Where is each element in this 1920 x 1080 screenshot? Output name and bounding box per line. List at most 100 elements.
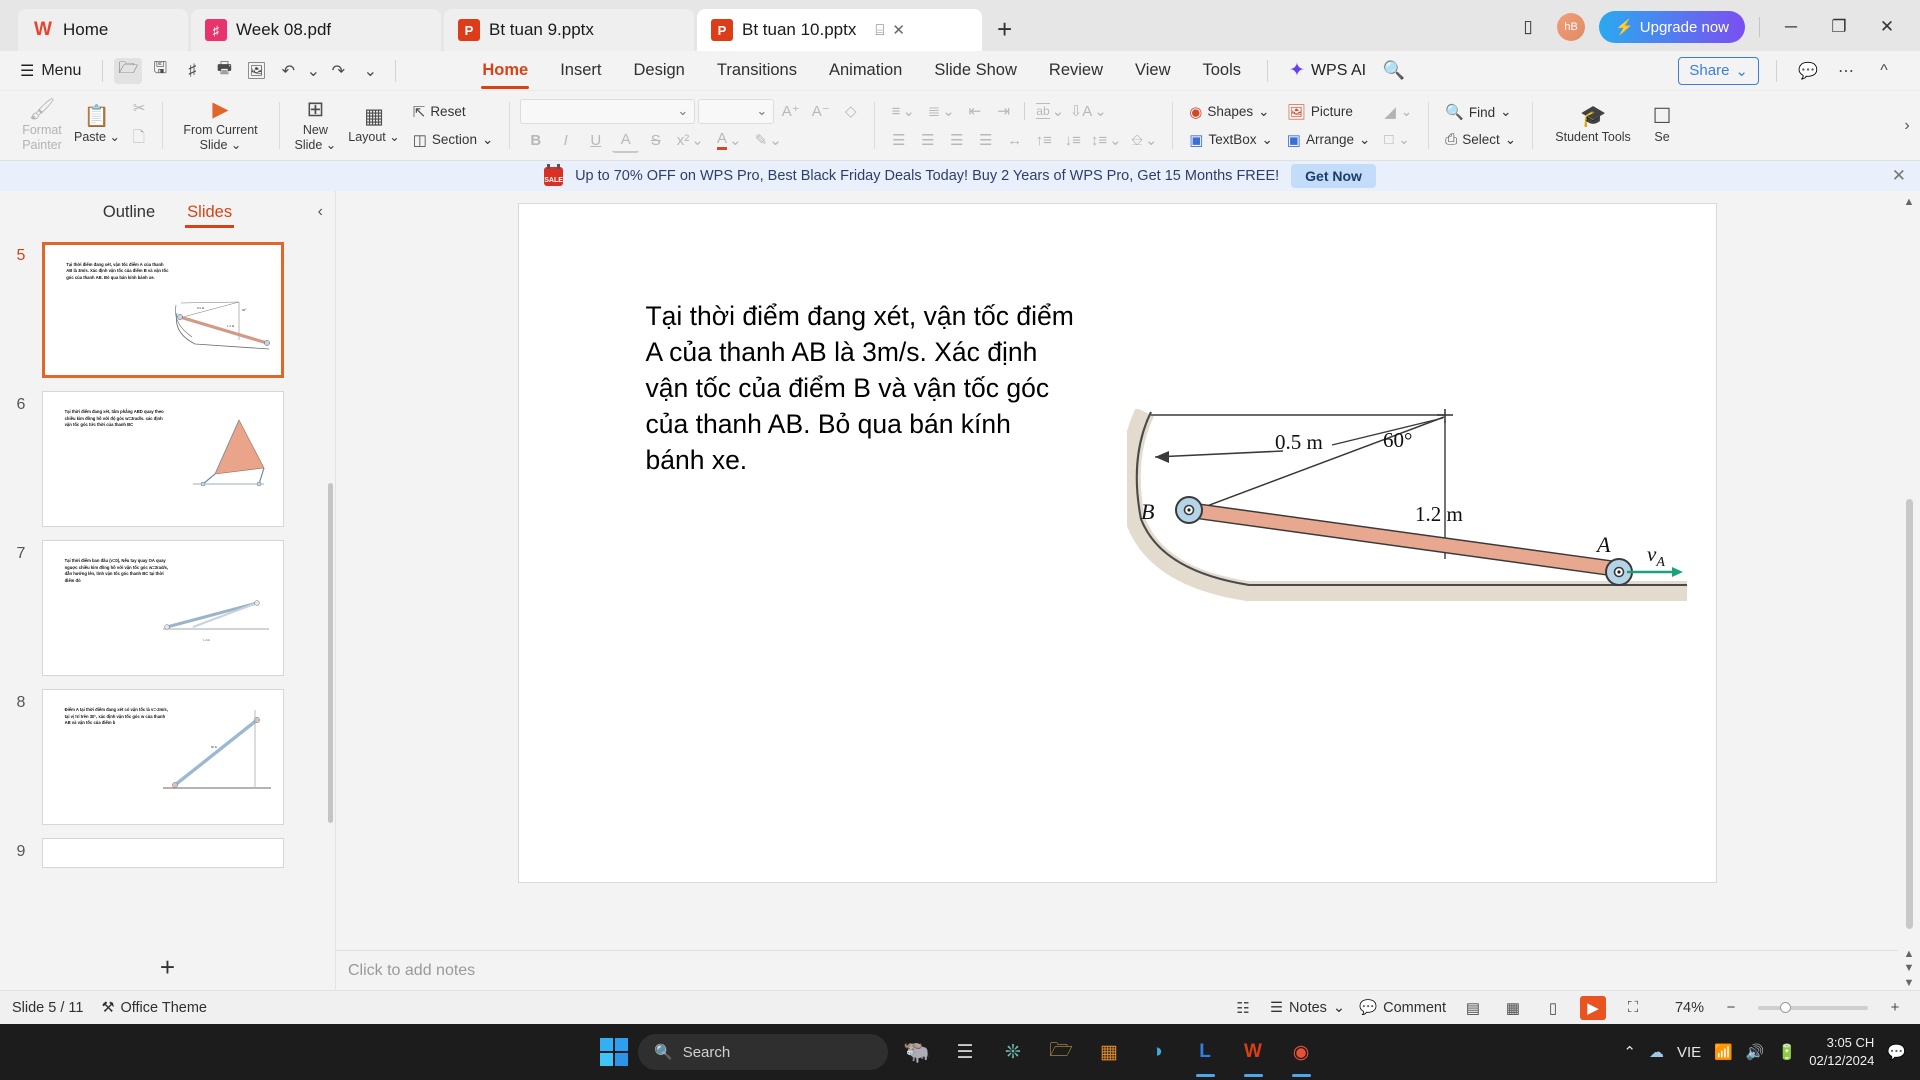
- print-preview-icon[interactable]: 🖼: [242, 58, 270, 84]
- wifi-icon[interactable]: 📶: [1714, 1043, 1733, 1061]
- tab-insert[interactable]: Insert: [545, 54, 616, 87]
- language-indicator[interactable]: VIE: [1677, 1044, 1701, 1061]
- select-button[interactable]: ⎙ Select ⌄: [1439, 128, 1522, 151]
- list-item[interactable]: 9: [0, 833, 335, 876]
- text-effects-button[interactable]: A: [612, 128, 640, 153]
- print-icon[interactable]: 🖶: [210, 58, 238, 84]
- tab-animation[interactable]: Animation: [814, 54, 917, 87]
- font-color-button[interactable]: A ⌄: [711, 128, 747, 153]
- layout-button[interactable]: ▦ Layout ⌄: [343, 94, 404, 158]
- font-name-input[interactable]: ⌄: [520, 98, 696, 124]
- previous-slide-icon[interactable]: ▲: [1904, 947, 1915, 961]
- zoom-level-label[interactable]: 74%: [1660, 1000, 1704, 1016]
- mobile-transfer-icon[interactable]: ▯: [1513, 12, 1543, 42]
- list-item[interactable]: 6 Tại thời điểm đang xét, tấm phẳng ABD …: [0, 386, 335, 535]
- start-slideshow-icon[interactable]: ▶: [1580, 995, 1606, 1020]
- chevron-left-icon[interactable]: ‹: [318, 203, 323, 221]
- copy-button[interactable]: 🗋: [127, 124, 152, 155]
- zoom-slider[interactable]: [1758, 1001, 1868, 1013]
- file-explorer-icon[interactable]: 🗁: [1042, 1033, 1080, 1071]
- zalo-icon[interactable]: L: [1186, 1033, 1224, 1077]
- windows-start-icon[interactable]: [600, 1038, 628, 1066]
- slide-body-text[interactable]: Tại thời điểm đang xét, vận tốc điểm A c…: [646, 298, 1076, 478]
- raise-line-icon[interactable]: ↑≡: [1030, 128, 1057, 153]
- sidebar-tab-outline[interactable]: Outline: [101, 198, 157, 227]
- wps-office-icon[interactable]: W: [1234, 1033, 1272, 1077]
- superscript-button[interactable]: x² ⌄: [672, 128, 708, 153]
- restore-button[interactable]: ❐: [1822, 13, 1856, 41]
- new-slide-button[interactable]: ⊞ New Slide ⌄: [290, 94, 342, 158]
- tab-bt-tuan-9[interactable]: P Bt tuan 9.pptx: [444, 9, 694, 51]
- tray-expand-icon[interactable]: ⌃: [1623, 1043, 1636, 1061]
- shapes-button[interactable]: ◉ Shapes ⌄: [1183, 100, 1279, 124]
- decrease-indent-icon[interactable]: ⇤: [961, 99, 988, 124]
- numbering-button[interactable]: ≣ ⌄: [923, 99, 959, 124]
- tab-close-icon[interactable]: ✕: [892, 21, 905, 39]
- increase-font-size-button[interactable]: A⁺: [777, 99, 804, 124]
- tab-present-icon[interactable]: ⌸: [875, 22, 884, 39]
- format-painter-button[interactable]: 🖌 Format Painter: [17, 94, 67, 158]
- fill-color-button[interactable]: ◢ ⌄: [1378, 100, 1418, 124]
- zoom-in-button[interactable]: +: [1882, 996, 1908, 1020]
- search-icon[interactable]: 🔍: [1380, 58, 1408, 84]
- app-store-icon[interactable]: ▦: [1090, 1033, 1128, 1071]
- tab-week08-pdf[interactable]: ♯ Week 08.pdf: [191, 9, 441, 51]
- decrease-font-size-button[interactable]: A⁻: [807, 99, 834, 124]
- align-left-icon[interactable]: ☰: [885, 128, 912, 153]
- textbox-fit-button[interactable]: ⎒ ⌄: [1126, 128, 1162, 153]
- student-tools-button[interactable]: 🎓 Student Tools: [1543, 94, 1643, 158]
- align-center-icon[interactable]: ☰: [914, 128, 941, 153]
- minimize-button[interactable]: ─: [1774, 13, 1808, 41]
- ribbon-expand-button[interactable]: ›: [1896, 91, 1918, 160]
- fit-to-window-icon[interactable]: ⛶: [1620, 996, 1646, 1020]
- normal-view-icon[interactable]: ▤: [1460, 996, 1486, 1020]
- font-size-input[interactable]: ⌄: [698, 98, 775, 124]
- taskbar-search-input[interactable]: 🔍 Search: [638, 1034, 888, 1070]
- textbox-button[interactable]: ▣ TextBox ⌄: [1183, 128, 1279, 152]
- avatar[interactable]: hB: [1557, 13, 1586, 41]
- tab-review[interactable]: Review: [1034, 54, 1118, 87]
- secondary-tool-button[interactable]: ☐ Se: [1645, 94, 1679, 158]
- slide-thumbnail[interactable]: Tại thời điểm đang xét, tấm phẳng ABD qu…: [42, 391, 284, 527]
- slide-canvas[interactable]: Tại thời điểm đang xét, vận tốc điểm A c…: [517, 203, 1717, 883]
- upgrade-now-button[interactable]: ⚡ Upgrade now: [1599, 11, 1745, 43]
- find-button[interactable]: 🔍 Find ⌄: [1439, 100, 1522, 124]
- list-item[interactable]: 8 Điểm A tại thời điểm đang xét có vận t…: [0, 684, 335, 833]
- bold-button[interactable]: B: [522, 128, 549, 153]
- tab-bt-tuan-10[interactable]: P Bt tuan 10.pptx ⌸ ✕: [697, 9, 982, 51]
- reading-view-icon[interactable]: ▯: [1540, 996, 1566, 1020]
- paste-button[interactable]: 📋 Paste ⌄: [69, 94, 125, 158]
- wps-ai-button[interactable]: ✦ WPS AI: [1279, 55, 1376, 86]
- lower-line-icon[interactable]: ↓≡: [1059, 128, 1086, 153]
- tab-transitions[interactable]: Transitions: [702, 54, 812, 87]
- tab-design[interactable]: Design: [619, 54, 700, 87]
- clear-formatting-icon[interactable]: ◇: [837, 99, 864, 124]
- zoom-slider-knob[interactable]: [1780, 1001, 1791, 1013]
- next-slide-icon[interactable]: ▼: [1904, 961, 1915, 975]
- battery-icon[interactable]: 🔋: [1778, 1043, 1797, 1061]
- shape-outline-button[interactable]: □ ⌄: [1378, 128, 1418, 151]
- slide-thumbnail[interactable]: Tại thời điểm ban đầu (v=0), Nếu tay qua…: [42, 540, 284, 676]
- picture-button[interactable]: 🖼 Picture: [1281, 100, 1377, 124]
- comment-icon[interactable]: 💬: [1794, 58, 1822, 84]
- align-right-icon[interactable]: ☰: [943, 128, 970, 153]
- slide-sorter-icon[interactable]: ▦: [1500, 996, 1526, 1020]
- notification-icon[interactable]: 💬: [1887, 1043, 1906, 1061]
- slide-thumbnail[interactable]: [42, 838, 284, 868]
- section-button[interactable]: ◫ Section ⌄: [407, 128, 500, 152]
- sort-button[interactable]: ⇩A ⌄: [1070, 99, 1107, 124]
- canvas-scrollbar[interactable]: [1905, 499, 1913, 930]
- tab-home[interactable]: W Home: [18, 9, 188, 51]
- theme-button[interactable]: ⚒ Office Theme: [101, 1000, 207, 1016]
- comment-button[interactable]: 💬 Comment: [1359, 999, 1446, 1017]
- notes-pane[interactable]: Click to add notes: [336, 950, 1898, 990]
- add-slide-button[interactable]: +: [0, 944, 335, 990]
- scroll-up-icon[interactable]: ▲: [1904, 195, 1915, 209]
- notes-toggle-button[interactable]: ☰ Notes ⌄: [1270, 1000, 1345, 1016]
- reset-button[interactable]: ⇱ Reset: [407, 100, 500, 124]
- line-spacing-button[interactable]: ↕≡ ⌄: [1088, 128, 1124, 153]
- arrange-button[interactable]: ▣ Arrange ⌄: [1281, 128, 1377, 152]
- highlight-color-button[interactable]: ✎ ⌄: [750, 128, 786, 153]
- tab-slide-show[interactable]: Slide Show: [919, 54, 1032, 87]
- more-ellipsis-icon[interactable]: ⋯: [1832, 58, 1860, 84]
